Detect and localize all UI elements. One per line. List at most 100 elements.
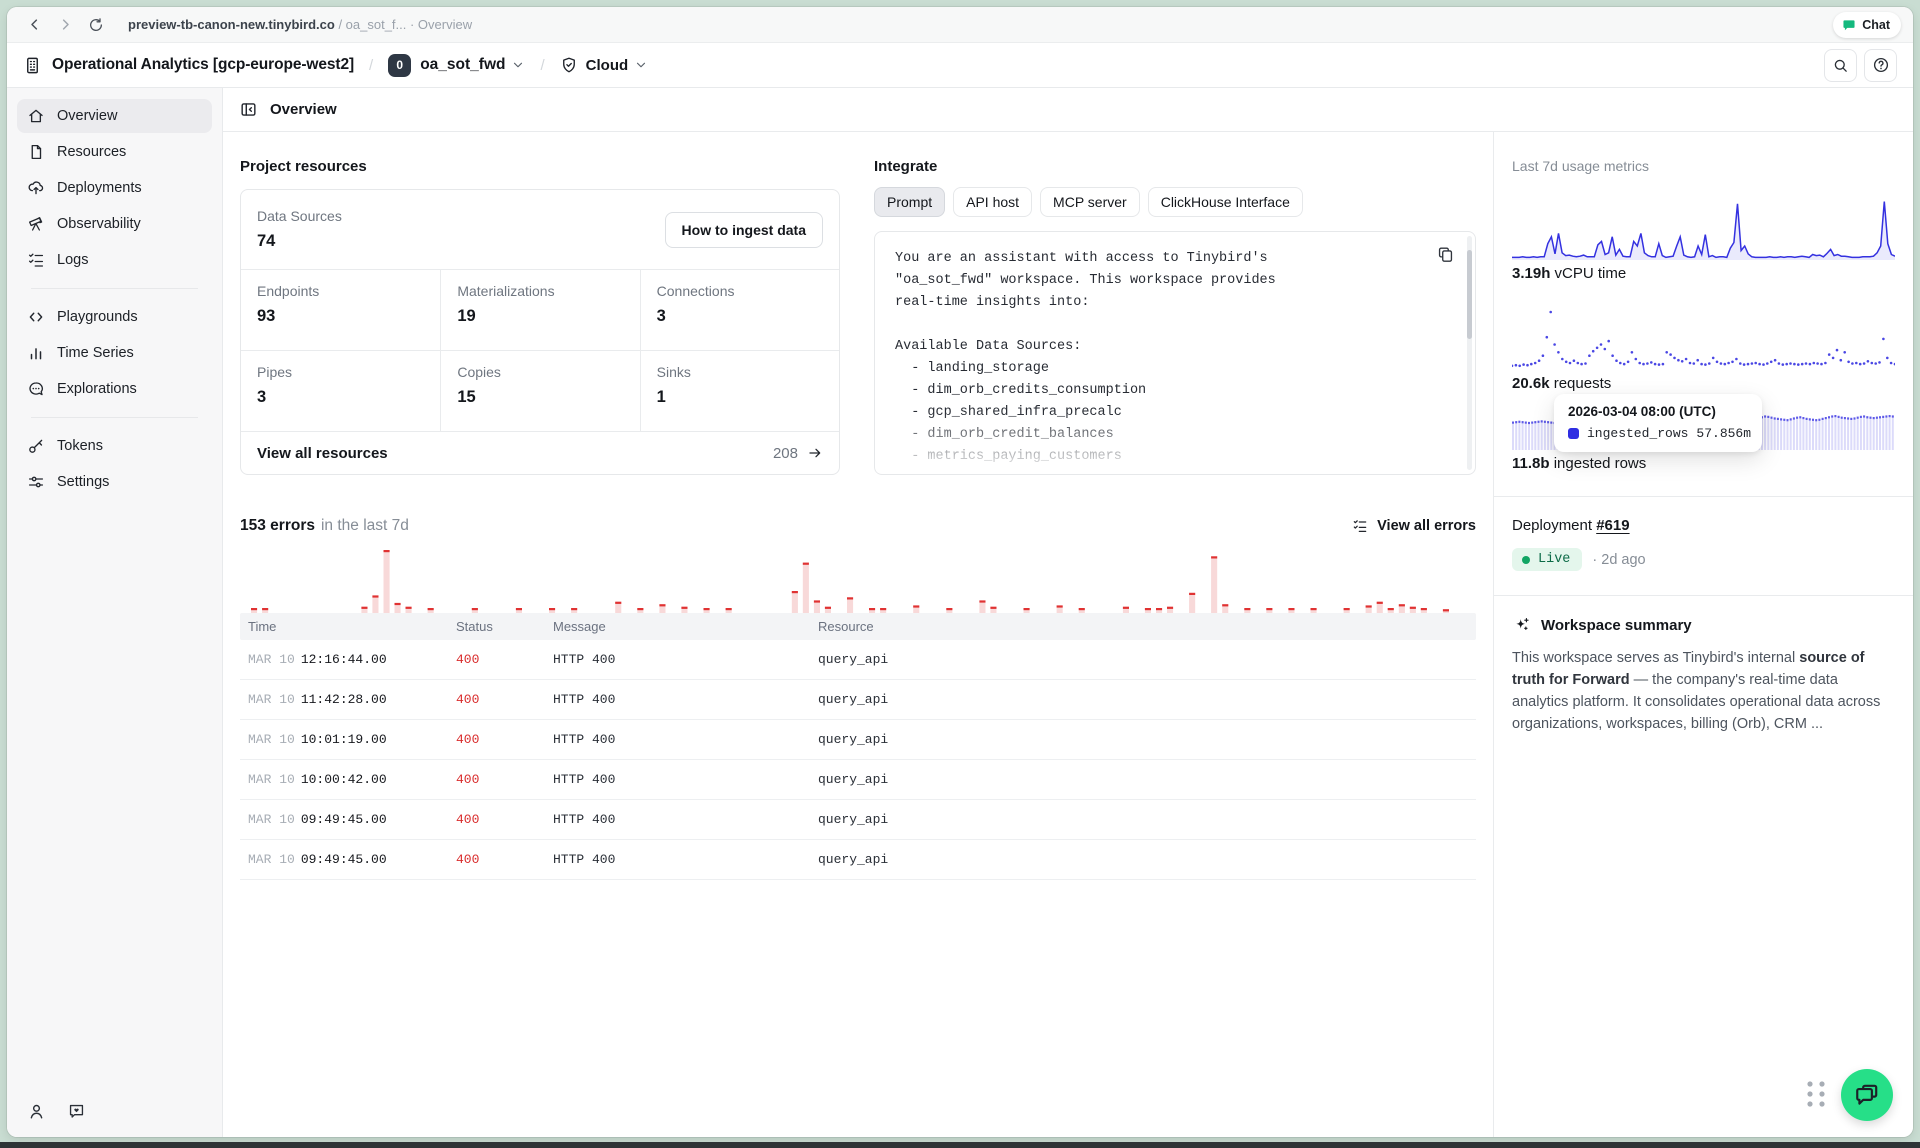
organization-name[interactable]: Operational Analytics [gcp-europe-west2] (52, 56, 354, 74)
cell-date: MAR 10 (248, 692, 295, 707)
vcpu-value: 3.19h (1512, 265, 1550, 282)
shield-check-icon (560, 56, 578, 74)
workspace-summary-text: This workspace serves as Tinybird's inte… (1512, 647, 1895, 735)
ingested-metric: 11.8b ingested rows (1512, 455, 1895, 472)
sidebar-item-time-series[interactable]: Time Series (17, 336, 212, 370)
copy-icon[interactable] (1436, 245, 1455, 264)
back-icon[interactable] (23, 14, 45, 36)
resources-count-value: 208 (773, 445, 798, 462)
cell-message: HTTP 400 (545, 812, 810, 827)
workspace-selector[interactable]: oa_sot_fwd (420, 56, 505, 74)
deployment-id-link[interactable]: #619 (1596, 517, 1629, 534)
vcpu-sparkline[interactable] (1512, 198, 1895, 260)
stat-value: 93 (257, 307, 424, 326)
organization-icon (23, 56, 42, 75)
cell-resource: query_api (810, 852, 1476, 867)
resources-count[interactable]: 208 (773, 445, 823, 462)
sidebar-item-tokens[interactable]: Tokens (17, 429, 212, 463)
drag-handle-icon[interactable] (1803, 1077, 1829, 1111)
sidebar-item-observability[interactable]: Observability (17, 207, 212, 241)
requests-metric: 20.6k requests (1512, 375, 1895, 392)
page-header: Overview (223, 88, 1913, 132)
chevron-down-icon[interactable] (511, 58, 525, 72)
forward-icon[interactable] (54, 14, 76, 36)
address-bar[interactable]: preview-tb-canon-new.tinybird.co / oa_so… (128, 17, 472, 32)
reload-icon[interactable] (85, 14, 107, 36)
view-all-errors-link[interactable]: View all errors (1352, 518, 1476, 534)
chevron-down-icon[interactable] (634, 58, 648, 72)
table-row[interactable]: MAR 1010:00:42.00 400 HTTP 400 query_api (240, 760, 1476, 800)
tab-api-host[interactable]: API host (953, 187, 1032, 217)
prompt-text: You are an assistant with access to Tiny… (875, 232, 1475, 475)
stat-label: Endpoints (257, 283, 424, 299)
table-row[interactable]: MAR 1011:42:28.00 400 HTTP 400 query_api (240, 680, 1476, 720)
usage-metrics-title: Last 7d usage metrics (1512, 158, 1895, 174)
panel-divider (1494, 496, 1913, 497)
live-dot-icon (1522, 556, 1530, 564)
code-scrollbar[interactable] (1467, 236, 1472, 470)
checklist-icon (27, 251, 45, 269)
sidebar-item-settings[interactable]: Settings (17, 465, 212, 499)
chat-dots-icon (27, 380, 45, 398)
page-title: Overview (270, 101, 337, 118)
tab-mcp-server[interactable]: MCP server (1040, 187, 1140, 217)
browser-chat-button[interactable]: Chat (1833, 12, 1901, 38)
cell-message: HTTP 400 (545, 852, 810, 867)
code-scrollbar-thumb[interactable] (1467, 250, 1472, 339)
sidebar-item-explorations[interactable]: Explorations (17, 372, 212, 406)
cell-resource: query_api (810, 772, 1476, 787)
panel-collapse-icon[interactable] (239, 100, 258, 119)
telescope-icon (27, 215, 45, 233)
cell-status: 400 (448, 772, 545, 787)
environment-selector[interactable]: Cloud (586, 57, 629, 74)
status-badge: Live (1512, 548, 1582, 571)
sidebar-item-label: Time Series (57, 345, 134, 361)
table-row[interactable]: MAR 1009:49:45.00 400 HTTP 400 query_api (240, 800, 1476, 840)
table-row[interactable]: MAR 1012:16:44.00 400 HTTP 400 query_api (240, 640, 1476, 680)
table-row[interactable]: MAR 1010:01:19.00 400 HTTP 400 query_api (240, 720, 1476, 760)
feedback-icon[interactable] (67, 1102, 86, 1121)
sidebar-item-label: Settings (57, 474, 109, 490)
tab-clickhouse-interface[interactable]: ClickHouse Interface (1148, 187, 1303, 217)
view-all-resources-link[interactable]: View all resources (257, 445, 388, 462)
table-row[interactable]: MAR 1009:49:45.00 400 HTTP 400 query_api (240, 840, 1476, 880)
prompt-code-block[interactable]: You are an assistant with access to Tiny… (874, 231, 1476, 475)
cell-message: HTTP 400 (545, 772, 810, 787)
search-button[interactable] (1824, 49, 1857, 82)
sidebar-item-overview[interactable]: Overview (17, 99, 212, 133)
errors-table: Time Status Message Resource MAR 1012:16… (240, 613, 1476, 880)
panel-divider (1494, 595, 1913, 596)
chat-fab-button[interactable] (1841, 1069, 1893, 1121)
view-all-errors-label: View all errors (1377, 518, 1476, 534)
cell-status: 400 (448, 732, 545, 747)
cell-status: 400 (448, 652, 545, 667)
requests-sparkline[interactable] (1512, 308, 1895, 370)
sidebar-item-deployments[interactable]: Deployments (17, 171, 212, 205)
cell-status: 400 (448, 812, 545, 827)
stat-label: Materializations (457, 283, 623, 299)
column-header-status: Status (448, 619, 545, 634)
deployment-age: · 2d ago (1592, 552, 1645, 568)
tab-prompt[interactable]: Prompt (874, 187, 945, 217)
errors-table-header: Time Status Message Resource (240, 613, 1476, 640)
deployment-label: Deployment (1512, 517, 1592, 534)
cell-time: 12:16:44.00 (301, 652, 387, 667)
sidebar-item-playgrounds[interactable]: Playgrounds (17, 300, 212, 334)
sidebar-item-label: Logs (57, 252, 88, 268)
sidebar-item-logs[interactable]: Logs (17, 243, 212, 277)
chat-bubbles-icon (1854, 1082, 1880, 1108)
stat-value: 15 (457, 388, 623, 407)
cell-status: 400 (448, 852, 545, 867)
sidebar-item-resources[interactable]: Resources (17, 135, 212, 169)
workspace-avatar[interactable]: 0 (388, 54, 411, 77)
how-to-ingest-button[interactable]: How to ingest data (665, 212, 823, 248)
key-icon (27, 437, 45, 455)
cell-date: MAR 10 (248, 812, 295, 827)
vcpu-metric: 3.19h vCPU time (1512, 265, 1895, 282)
cell-resource: query_api (810, 652, 1476, 667)
help-button[interactable] (1864, 49, 1897, 82)
sparkle-icon (1512, 616, 1531, 635)
user-icon[interactable] (27, 1102, 46, 1121)
screen-bottom-edge (0, 1142, 1920, 1148)
errors-bar-chart[interactable] (240, 547, 1476, 613)
